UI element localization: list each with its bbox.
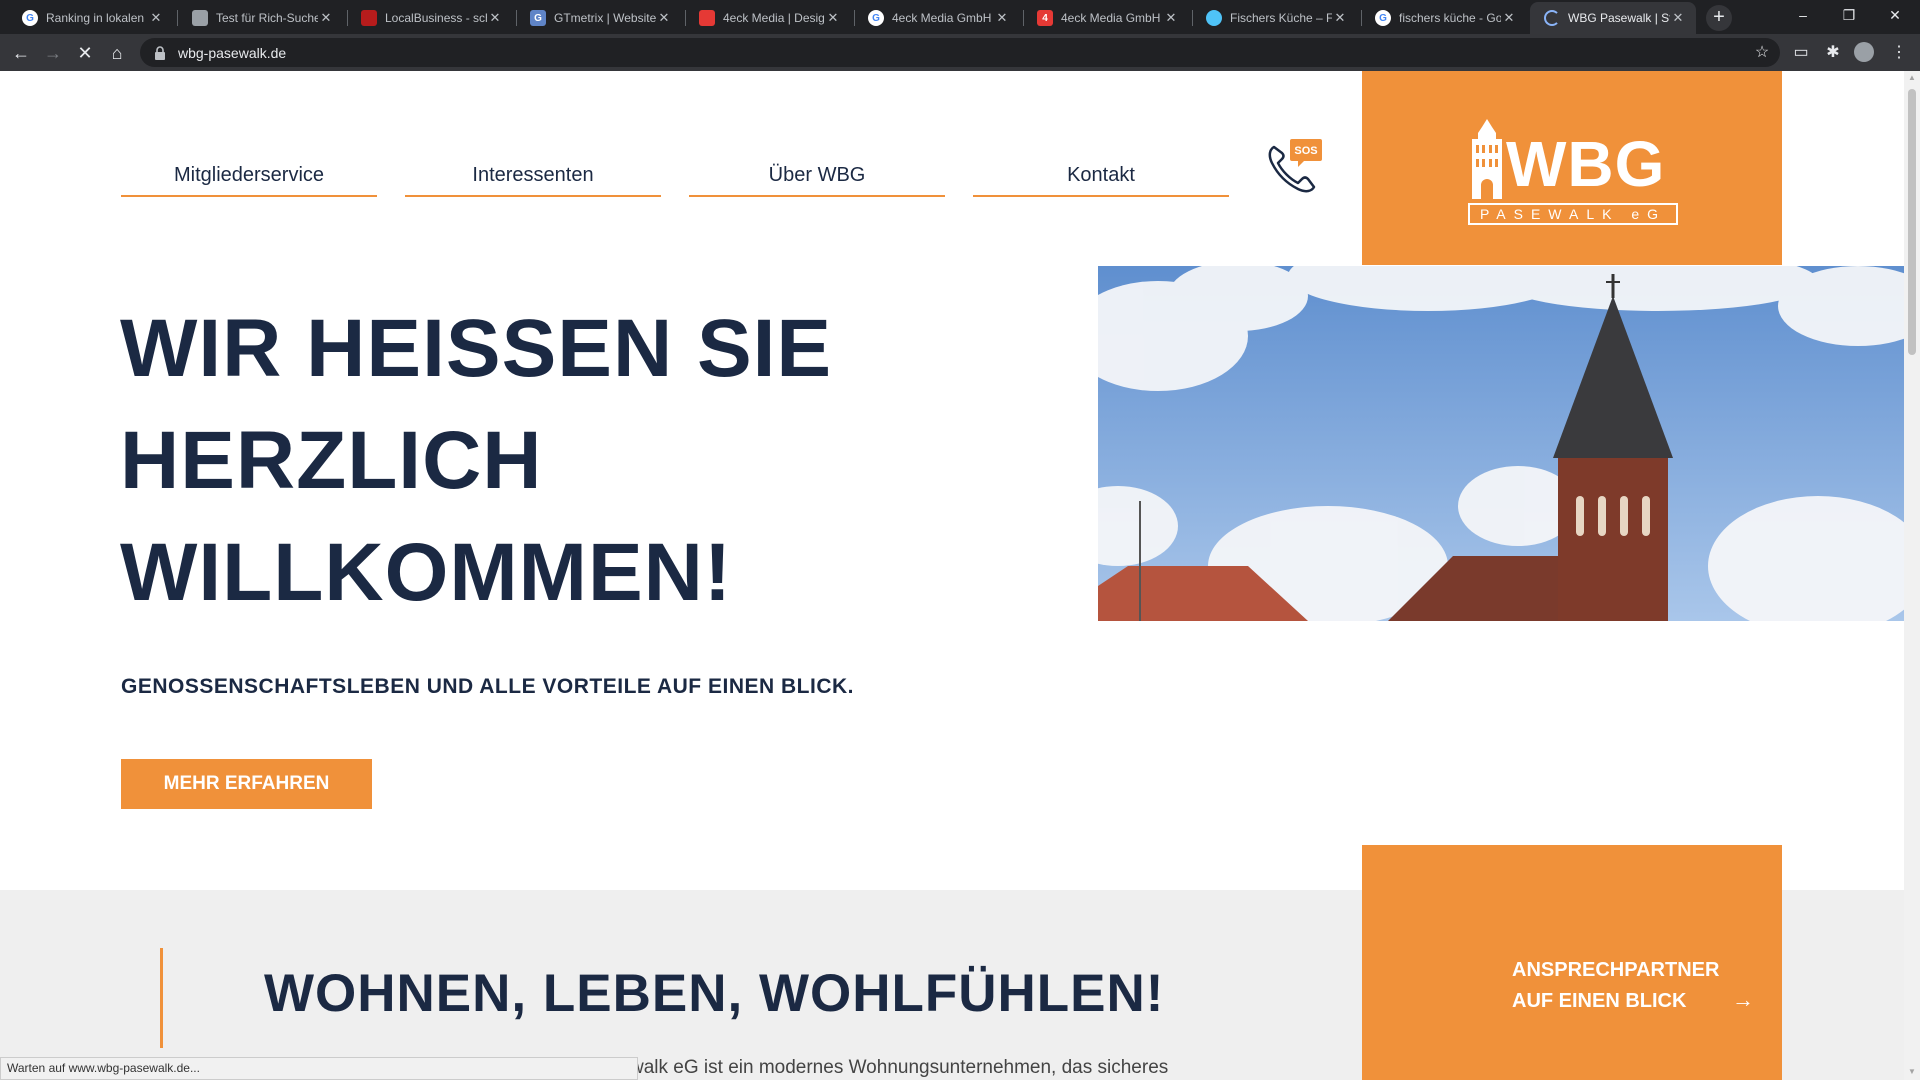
browser-tab-active[interactable]: WBG Pasewalk | Sta ✕ xyxy=(1530,2,1696,34)
tower-logo-icon xyxy=(1472,119,1502,199)
sos-phone-icon[interactable]: SOS xyxy=(1264,137,1326,199)
extensions-icon[interactable]: ✱ xyxy=(1822,42,1844,64)
url-text: wbg-pasewalk.de xyxy=(178,44,287,61)
google-icon: G xyxy=(22,10,38,26)
close-tab-icon[interactable]: ✕ xyxy=(656,10,672,26)
browser-tab[interactable]: G 4eck Media GmbH ✕ xyxy=(854,2,1020,34)
contact-card-label: ANSPRECHPARTNER AUF EINEN BLICK xyxy=(1512,959,1720,1012)
browser-tab[interactable]: Test für Rich-Suche ✕ xyxy=(178,2,344,34)
close-tab-icon[interactable]: ✕ xyxy=(1163,10,1179,26)
browser-tab[interactable]: G GTmetrix | Website ✕ xyxy=(516,2,682,34)
restore-icon[interactable]: ❐ xyxy=(1826,0,1872,30)
close-tab-icon[interactable]: ✕ xyxy=(1501,10,1517,26)
forward-icon[interactable]: → xyxy=(40,40,66,66)
section-text: walk eG ist ein modernes Wohnungsunterne… xyxy=(630,1057,1169,1078)
arrow-right-icon: → xyxy=(1732,987,1754,1012)
section-accent-bar xyxy=(160,948,163,1048)
tab-strip: G Ranking in lokalen ✕ Test für Rich-Suc… xyxy=(0,0,1920,34)
page-viewport: Mitgliederservice Interessenten Über WBG… xyxy=(0,71,1904,1080)
home-icon[interactable]: ⌂ xyxy=(104,40,130,66)
close-tab-icon[interactable]: ✕ xyxy=(487,10,503,26)
close-tab-icon[interactable]: ✕ xyxy=(1332,10,1348,26)
gtmetrix-icon: G xyxy=(530,10,546,26)
mehr-erfahren-button[interactable]: MEHR ERFAHREN xyxy=(121,759,372,809)
close-tab-icon[interactable]: ✕ xyxy=(318,10,334,26)
stop-loading-icon[interactable]: ✕ xyxy=(72,40,98,66)
cast-icon[interactable]: ▭ xyxy=(1790,42,1812,64)
browser-tab[interactable]: 4eck Media | Desig ✕ xyxy=(685,2,851,34)
church-photo xyxy=(1098,266,1904,621)
nav-ueber-wbg[interactable]: Über WBG xyxy=(689,155,945,197)
scroll-up-icon[interactable]: ▲ xyxy=(1908,73,1916,83)
nav-interessenten[interactable]: Interessenten xyxy=(405,155,661,197)
google-icon: G xyxy=(1375,10,1391,26)
hero-title: WIR HEISSEN SIE HERZLICH WILLKOMMEN! xyxy=(120,303,833,618)
logo-subtitle: PASEWALK eG xyxy=(1468,203,1678,225)
bookmark-star-icon[interactable]: ☆ xyxy=(1751,42,1773,64)
section-title: WOHNEN, LEBEN, WOHLFÜHLEN! xyxy=(264,964,1165,1023)
close-tab-icon[interactable]: ✕ xyxy=(1670,10,1686,26)
google-icon: G xyxy=(868,10,884,26)
scrollbar-thumb[interactable] xyxy=(1908,89,1916,355)
new-tab-button[interactable]: + xyxy=(1706,5,1732,31)
4eck-icon xyxy=(699,10,715,26)
browser-toolbar: ← → ✕ ⌂ wbg-pasewalk.de ☆ ▭ ✱ ⋮ xyxy=(0,34,1920,71)
close-tab-icon[interactable]: ✕ xyxy=(994,10,1010,26)
close-window-icon[interactable]: ✕ xyxy=(1872,0,1918,30)
back-icon[interactable]: ← xyxy=(8,40,34,66)
browser-tab[interactable]: G fischers küche - Go ✕ xyxy=(1361,2,1527,34)
nav-kontakt[interactable]: Kontakt xyxy=(973,155,1229,197)
minimize-icon[interactable]: – xyxy=(1780,0,1826,30)
browser-tab[interactable]: 4 4eck Media GmbH ✕ xyxy=(1023,2,1189,34)
globe-icon xyxy=(1206,10,1222,26)
close-tab-icon[interactable]: ✕ xyxy=(825,10,841,26)
wbg-logo[interactable]: WBG PASEWALK eG xyxy=(1362,71,1782,265)
browser-tab[interactable]: LocalBusiness - sch ✕ xyxy=(347,2,513,34)
4eck-icon: 4 xyxy=(1037,10,1053,26)
browser-tab[interactable]: Fischers Küche – Fi ✕ xyxy=(1192,2,1358,34)
status-bar: Warten auf www.wbg-pasewalk.de... xyxy=(0,1057,638,1080)
scroll-down-icon[interactable]: ▼ xyxy=(1908,1067,1916,1077)
svg-text:SOS: SOS xyxy=(1294,145,1317,157)
browser-tab[interactable]: G Ranking in lokalen ✕ xyxy=(8,2,174,34)
hero-subtitle: GENOSSENSCHAFTSLEBEN UND ALLE VORTEILE A… xyxy=(121,675,854,698)
close-tab-icon[interactable]: ✕ xyxy=(148,10,164,26)
doc-icon xyxy=(192,10,208,26)
profile-avatar[interactable] xyxy=(1854,42,1874,62)
loading-icon xyxy=(1544,10,1560,26)
menu-icon[interactable]: ⋮ xyxy=(1888,42,1910,64)
lock-icon xyxy=(155,45,165,60)
address-bar[interactable]: wbg-pasewalk.de xyxy=(140,38,1780,67)
schema-icon xyxy=(361,10,377,26)
nav-mitgliederservice[interactable]: Mitgliederservice xyxy=(121,155,377,197)
logo-wordmark: WBG xyxy=(1506,128,1666,200)
ansprechpartner-card[interactable]: ANSPRECHPARTNER AUF EINEN BLICK → xyxy=(1362,845,1782,1080)
page-scrollbar[interactable]: ▲ ▼ xyxy=(1904,71,1920,1080)
